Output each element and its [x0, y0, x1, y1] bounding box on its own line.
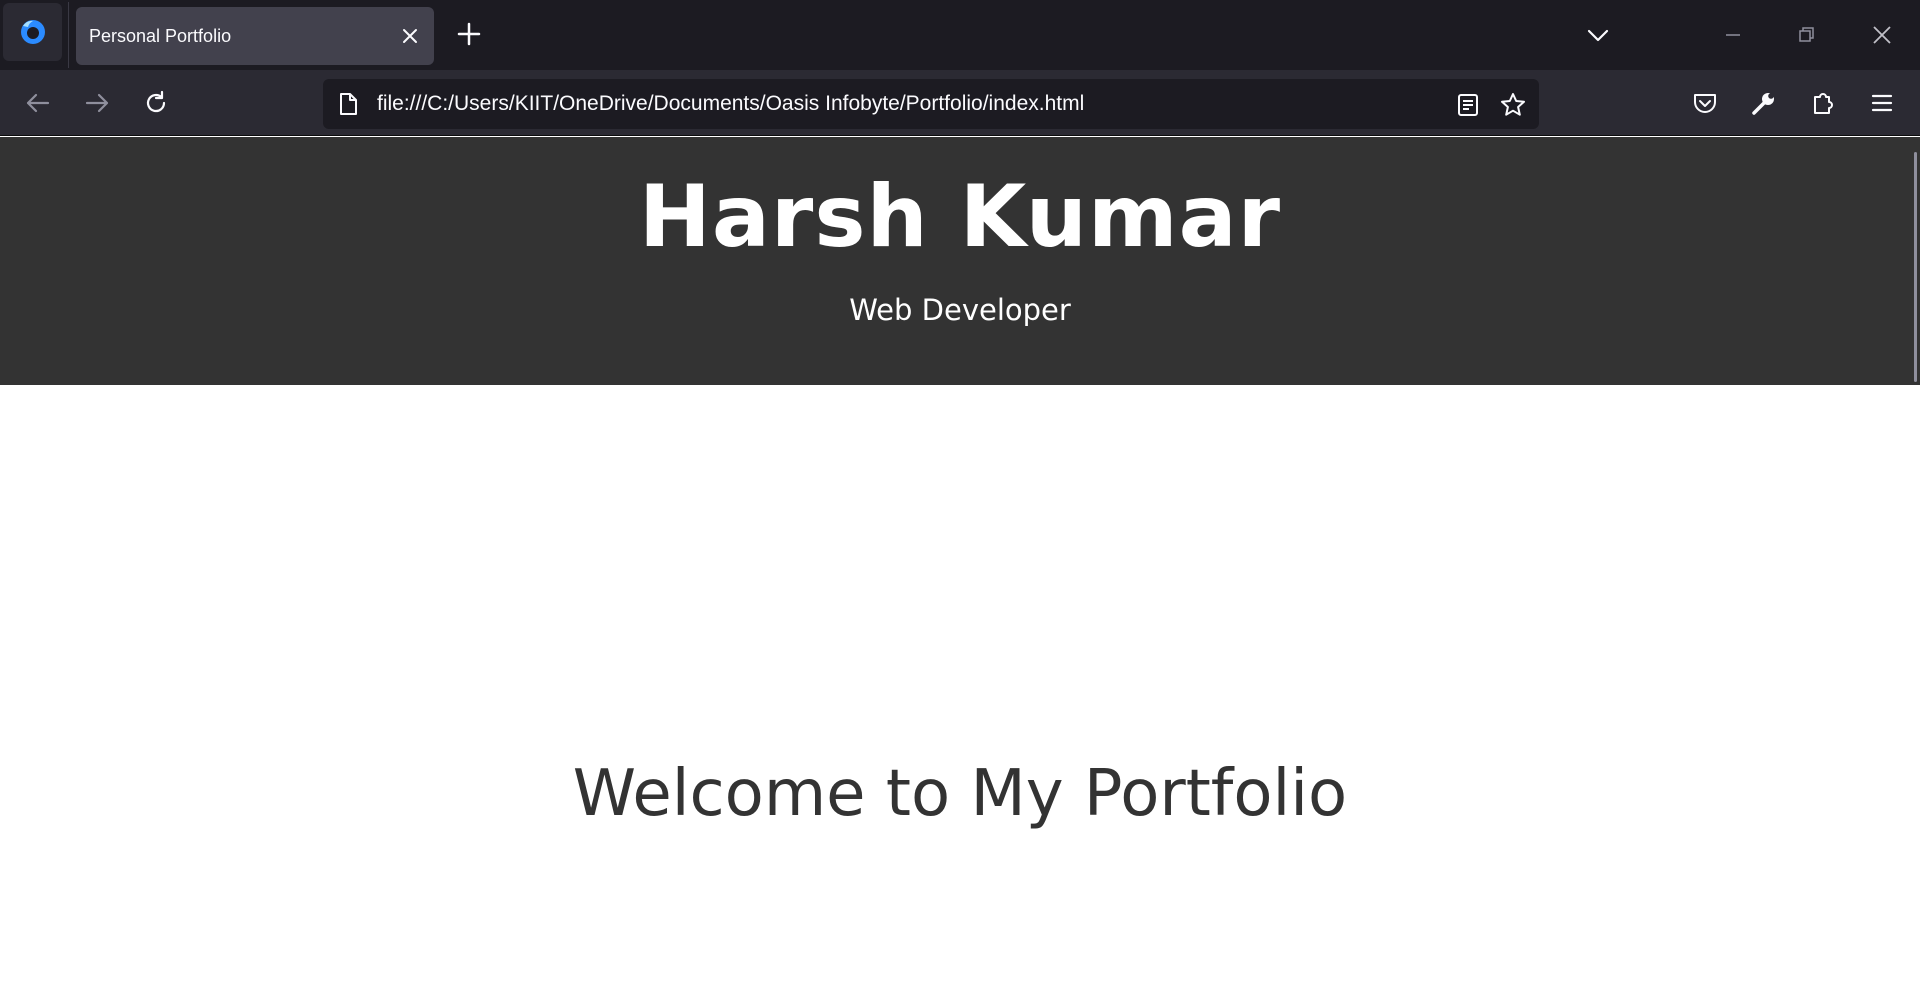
reader-view-button[interactable]: [1454, 91, 1482, 119]
wrench-icon: [1752, 93, 1774, 115]
portfolio-role: Web Developer: [849, 293, 1071, 327]
list-all-tabs-button[interactable]: [1585, 22, 1611, 48]
developer-tools-button[interactable]: [1748, 87, 1780, 119]
scrollbar-thumb[interactable]: [1914, 152, 1917, 382]
reload-icon: [146, 90, 166, 113]
page-icon: [335, 91, 361, 117]
arrow-left-icon: [26, 93, 50, 113]
pocket-button[interactable]: [1689, 87, 1721, 119]
close-window-button[interactable]: [1845, 0, 1919, 70]
navigation-toolbar: file:///C:/Users/KIIT/OneDrive/Documents…: [0, 70, 1920, 136]
url-bar[interactable]: file:///C:/Users/KIIT/OneDrive/Documents…: [323, 79, 1539, 129]
tab-strip: Personal Portfolio: [0, 0, 1920, 70]
forward-button[interactable]: [81, 87, 113, 119]
url-text[interactable]: file:///C:/Users/KIIT/OneDrive/Documents…: [377, 79, 1084, 129]
new-tab-button[interactable]: [455, 20, 483, 48]
portfolio-name: Harsh Kumar: [638, 167, 1282, 267]
portfolio-header: Harsh Kumar Web Developer: [0, 137, 1920, 385]
tab-personal-portfolio[interactable]: Personal Portfolio: [76, 7, 434, 65]
firefox-icon: [20, 20, 45, 44]
pocket-icon: [1694, 94, 1716, 113]
plus-icon: [457, 22, 481, 46]
close-window-icon: [1873, 26, 1891, 44]
star-icon: [1501, 93, 1525, 116]
page-content: Harsh Kumar Web Developer Welcome to My …: [0, 137, 1920, 997]
extensions-button[interactable]: [1807, 87, 1839, 119]
chevron-down-icon: [1587, 29, 1609, 42]
menu-button[interactable]: [1866, 87, 1898, 119]
reader-view-icon: [1458, 94, 1478, 116]
minimize-icon: [1726, 34, 1740, 36]
welcome-heading: Welcome to My Portfolio: [572, 757, 1348, 831]
restore-icon: [1799, 27, 1814, 42]
reload-button[interactable]: [140, 87, 172, 119]
restore-button[interactable]: [1770, 0, 1844, 70]
puzzle-icon: [1814, 93, 1833, 114]
minimize-button[interactable]: [1696, 0, 1770, 70]
firefox-view-button[interactable]: [3, 3, 62, 61]
hamburger-menu-icon: [1871, 94, 1893, 112]
tab-close-button[interactable]: [398, 24, 422, 48]
close-icon: [403, 29, 417, 43]
bookmark-button[interactable]: [1499, 91, 1527, 119]
tab-separator: [68, 2, 69, 68]
arrow-right-icon: [85, 93, 109, 113]
tab-title: Personal Portfolio: [89, 26, 232, 46]
back-button[interactable]: [22, 87, 54, 119]
